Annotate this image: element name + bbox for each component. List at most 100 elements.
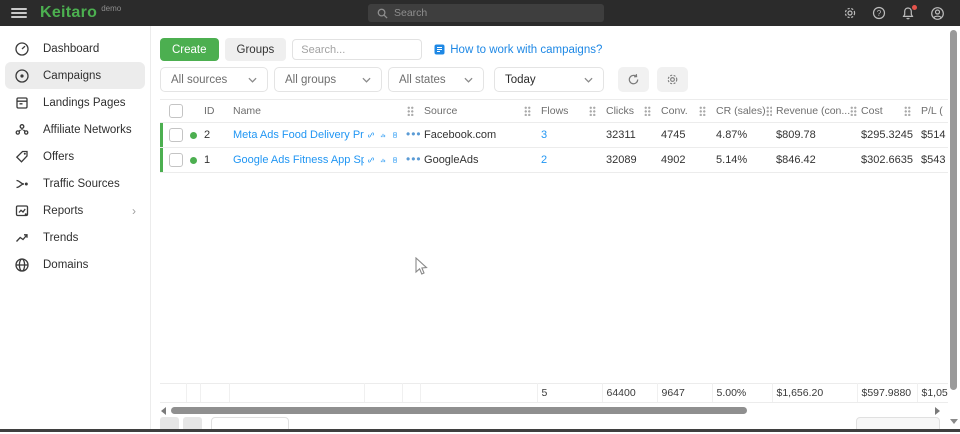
sidebar-item-domains[interactable]: Domains [5,251,145,278]
global-search[interactable]: Search [368,4,604,22]
column-drag-handle[interactable] [644,106,651,116]
campaign-link-icon[interactable] [368,129,374,141]
page-select[interactable] [211,417,289,429]
row-menu-icon[interactable]: ••• [406,127,420,141]
sidebar-item-label: Landings Pages [43,97,125,109]
column-drag-handle[interactable] [766,106,772,116]
chevron-right-icon: › [132,204,136,218]
vertical-scrollbar[interactable] [949,28,958,427]
people-icon [14,122,30,138]
campaign-row[interactable]: 2 Meta Ads Food Delivery Promo ••• Faceb… [160,123,948,148]
pagination-prev-button[interactable] [160,417,179,429]
chevron-down-icon [248,77,257,83]
scroll-left-arrow[interactable] [161,407,166,415]
sidebar: Dashboard Campaigns Landings Pages Affil… [0,26,151,429]
pl-column-header[interactable]: P/L ( [917,100,948,123]
sidebar-item-affiliate-networks[interactable]: Affiliate Networks [5,116,145,143]
rows-per-page-select[interactable] [856,417,940,429]
campaigns-search-input[interactable] [292,39,422,60]
date-range-select[interactable]: Today [494,67,604,92]
scroll-down-arrow[interactable] [950,419,958,424]
vertical-scrollbar-thumb[interactable] [950,30,957,390]
user-icon[interactable] [930,6,945,21]
split-icon [14,176,30,192]
target-icon [14,68,30,84]
sidebar-item-campaigns[interactable]: Campaigns [5,62,145,89]
campaign-row[interactable]: 1 Google Ads Fitness App Split ••• Googl… [160,148,948,173]
conv-value: 4902 [657,148,712,173]
row-checkbox[interactable] [169,128,183,142]
campaign-stats-icon[interactable] [380,129,386,141]
globe-icon [14,257,30,273]
flows-link[interactable]: 3 [541,129,547,141]
help-campaigns-link[interactable]: How to work with campaigns? [434,44,602,56]
sidebar-item-trends[interactable]: Trends [5,224,145,251]
column-drag-handle[interactable] [524,106,531,116]
sidebar-item-traffic-sources[interactable]: Traffic Sources [5,170,145,197]
sidebar-item-label: Traffic Sources [43,178,120,190]
main-content: Create Groups How to work with campaigns… [151,26,960,429]
report-icon [14,203,30,219]
create-button[interactable]: Create [160,38,219,61]
sidebar-item-label: Reports [43,205,83,217]
status-dot [190,157,197,164]
conv-column-header[interactable]: Conv. [657,100,712,123]
menu-icon[interactable] [11,8,27,18]
campaign-name-link[interactable]: Meta Ads Food Delivery Promo [233,129,364,141]
campaign-report-icon[interactable] [392,129,398,141]
table-settings-button[interactable] [657,67,688,92]
campaign-stats-icon[interactable] [380,154,386,166]
groups-filter-select[interactable]: All groups [274,67,382,92]
source-column-header[interactable]: Source [420,100,537,123]
topbar-actions: ? [843,6,960,21]
status-column-header [186,100,200,123]
gear-icon[interactable] [843,6,857,20]
pagination-next-button[interactable] [183,417,202,429]
revenue-column-header[interactable]: Revenue (con... [772,100,857,123]
column-drag-handle[interactable] [407,106,414,116]
flows-link[interactable]: 2 [541,154,547,166]
sources-filter-select[interactable]: All sources [160,67,268,92]
campaign-report-icon[interactable] [392,154,398,166]
horizontal-scrollbar[interactable] [160,404,948,417]
sidebar-item-reports[interactable]: Reports › [5,197,145,224]
chevron-down-icon [464,77,473,83]
cost-value: $302.6635 [857,148,917,173]
bell-icon[interactable] [901,6,915,20]
name-column-header[interactable]: Name [229,100,402,123]
id-column-header[interactable]: ID [200,100,229,123]
refresh-icon [627,73,640,86]
row-checkbox[interactable] [169,153,183,167]
cost-column-header[interactable]: Cost [857,100,917,123]
clicks-value: 32311 [602,123,657,148]
select-all-checkbox[interactable] [169,104,183,118]
chevron-down-icon [362,77,371,83]
column-drag-handle[interactable] [699,106,706,116]
column-drag-handle[interactable] [589,106,596,116]
sidebar-item-landings-pages[interactable]: Landings Pages [5,89,145,116]
campaign-link-icon[interactable] [368,154,374,166]
clicks-column-header[interactable]: Clicks [602,100,657,123]
sidebar-item-label: Campaigns [43,70,101,82]
campaign-id: 1 [200,148,229,173]
sidebar-item-dashboard[interactable]: Dashboard [5,35,145,62]
cr-column-header[interactable]: CR (sales) [712,100,772,123]
sidebar-item-offers[interactable]: Offers [5,143,145,170]
column-drag-handle[interactable] [850,106,857,116]
flows-column-header[interactable]: Flows [537,100,602,123]
groups-button[interactable]: Groups [225,38,287,61]
scroll-right-arrow[interactable] [935,407,940,415]
gauge-icon [14,41,30,57]
horizontal-scrollbar-thumb[interactable] [171,407,747,414]
notification-dot [912,5,917,10]
help-icon[interactable]: ? [872,6,886,20]
svg-text:?: ? [877,9,882,18]
states-filter-select[interactable]: All states [388,67,484,92]
sidebar-item-label: Affiliate Networks [43,124,132,136]
campaign-name-link[interactable]: Google Ads Fitness App Split [233,154,364,166]
column-drag-handle[interactable] [904,106,911,116]
totals-row: 5 64400 9647 5.00% $1,656.20 $597.9880 $… [160,383,948,403]
row-menu-icon[interactable]: ••• [406,152,420,166]
refresh-button[interactable] [618,67,649,92]
total-flows: 5 [537,384,602,403]
